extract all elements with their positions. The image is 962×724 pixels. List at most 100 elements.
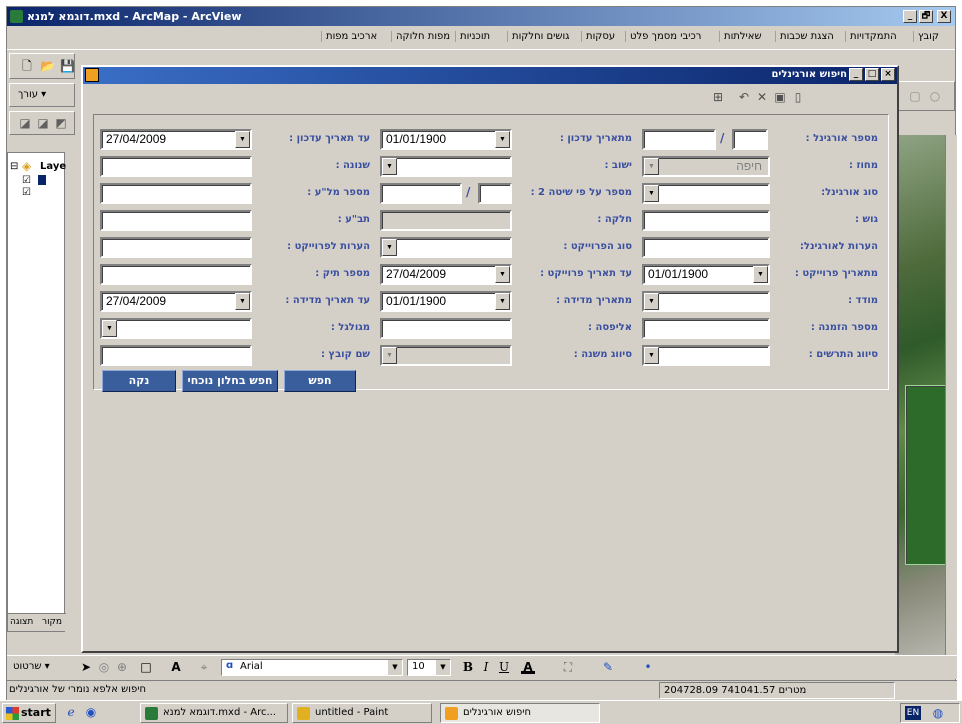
dialog-titlebar[interactable]: חיפוש אורגינלים _ □ ×	[83, 67, 897, 84]
year-input[interactable]	[100, 156, 252, 177]
italic-button[interactable]: I	[479, 660, 493, 674]
tab-display[interactable]: תצוגה	[10, 617, 33, 627]
pan-icon[interactable]: ◩	[54, 116, 68, 130]
bold-button[interactable]: B	[461, 660, 475, 674]
network-icon[interactable]: ◍	[931, 706, 945, 720]
font-size-select[interactable]: 10 ▼	[407, 659, 451, 676]
chevron-down-icon[interactable]: ▼	[436, 660, 450, 675]
menu-layers[interactable]: הצגת שכבות	[775, 31, 838, 42]
zoom-in-icon[interactable]: ◪	[18, 116, 32, 130]
menu-division-maps[interactable]: מפות חלוקה	[391, 31, 454, 42]
to-update-date[interactable]: 27/04/2009 ▼	[100, 129, 252, 150]
to-measure-date[interactable]: 27/04/2009 ▼	[100, 291, 252, 312]
from-project-date[interactable]: 01/01/1900 ▼	[642, 264, 770, 285]
tab-source[interactable]: מקור	[42, 617, 62, 627]
select-arrow-icon[interactable]: ➤	[79, 660, 93, 674]
rectangle-tool-icon[interactable]: □	[139, 660, 153, 674]
chevron-down-icon[interactable]: ▼	[235, 293, 250, 310]
window-titlebar[interactable]: דוגמא למנא.mxd - ArcMap - ArcView _ 🗗 X	[7, 7, 955, 26]
chevron-down-icon[interactable]: ▼	[102, 320, 117, 337]
chevron-down-icon[interactable]: ▼	[644, 158, 659, 175]
district-select[interactable]: ▼ חיפה	[642, 156, 770, 177]
menu-deals[interactable]: עסקות	[581, 31, 619, 42]
layer-checkbox-2[interactable]: ☑	[22, 187, 31, 198]
clear-button[interactable]: נקה	[102, 370, 176, 392]
menu-focus[interactable]: התמקדויות	[845, 31, 901, 42]
menu-output-doc[interactable]: רכיבי מסמך פלט	[625, 31, 705, 42]
drawing-menu[interactable]: שרטוט ▾	[13, 661, 50, 672]
dialog-maximize-button[interactable]: □	[865, 68, 879, 81]
map-scrollbar[interactable]	[945, 135, 957, 655]
chevron-down-icon[interactable]: ▼	[495, 293, 510, 310]
dialog-minimize-button[interactable]: _	[849, 68, 863, 81]
method2-suffix-input[interactable]	[478, 183, 512, 204]
fill-color-icon[interactable]: ⛶	[561, 660, 575, 674]
taskbar-arcmap[interactable]: דוגמא למנא.mxd - Arc...	[140, 703, 288, 723]
dialog-close-button[interactable]: ×	[881, 68, 895, 81]
editor-menu[interactable]: עורך ▾	[18, 89, 46, 100]
delete-icon[interactable]: ✕	[753, 89, 771, 107]
drawing-class-select[interactable]: ▼	[642, 345, 770, 366]
menu-file[interactable]: קובץ	[913, 31, 943, 42]
file-no-input[interactable]	[100, 264, 252, 285]
circle-icon[interactable]: ○	[928, 89, 942, 103]
chevron-down-icon[interactable]: ▼	[382, 239, 397, 256]
language-indicator[interactable]: EN	[905, 706, 921, 720]
chevron-down-icon[interactable]: ▼	[495, 131, 510, 148]
minimize-button[interactable]: _	[903, 10, 917, 23]
cylinder-select[interactable]: ▼	[100, 318, 252, 339]
collapse-toggle-icon[interactable]: ⊟	[10, 161, 18, 172]
chevron-down-icon[interactable]: ▼	[382, 347, 397, 364]
new-record-icon[interactable]: ▯	[789, 89, 807, 107]
marker-color-icon[interactable]: •	[641, 660, 655, 674]
elipsa-input[interactable]	[380, 318, 512, 339]
layer-checkbox-1[interactable]: ☑	[22, 175, 31, 186]
chevron-down-icon[interactable]: ▼	[644, 185, 659, 202]
project-type-select[interactable]: ▼	[380, 237, 512, 258]
method2-input[interactable]	[380, 183, 462, 204]
start-button[interactable]: start	[2, 703, 56, 723]
file-name-input[interactable]	[100, 345, 252, 366]
quicklaunch-icon[interactable]: ◉	[84, 705, 98, 719]
menu-map-archive[interactable]: ארכיב מפות	[321, 31, 381, 42]
text-tool-icon[interactable]: A	[169, 660, 183, 674]
search-current-window-button[interactable]: חפש בחלון נוכחי	[182, 370, 278, 392]
zoom-out-icon[interactable]: ◪	[36, 116, 50, 130]
zoom-to-element-icon[interactable]: ⊕	[115, 660, 129, 674]
menu-blocks-parcels[interactable]: גושים וחלקות	[507, 31, 573, 42]
maximize-button[interactable]: 🗗	[919, 10, 933, 23]
block-input[interactable]	[642, 210, 770, 231]
tba-input[interactable]	[100, 210, 252, 231]
search-button[interactable]: חפש	[284, 370, 356, 392]
menu-queries[interactable]: שאילתות	[719, 31, 766, 42]
settlement-select[interactable]: ▼	[380, 156, 512, 177]
save-record-icon[interactable]: ▣	[771, 89, 789, 107]
menu-plans[interactable]: תוכניות	[455, 31, 494, 42]
chevron-down-icon[interactable]: ▼	[753, 266, 768, 283]
open-folder-icon[interactable]: 📂	[40, 59, 55, 73]
orig-type-select[interactable]: ▼	[642, 183, 770, 204]
from-measure-date[interactable]: 01/01/1900 ▼	[380, 291, 512, 312]
taskbar-paint[interactable]: untitled - Paint	[292, 703, 432, 723]
rotate-icon[interactable]: ◎	[97, 660, 111, 674]
orig-notes-input[interactable]	[642, 237, 770, 258]
taskbar-search-dialog[interactable]: חיפוש אורגינלים	[440, 703, 600, 723]
new-document-icon[interactable]: 🗋	[20, 59, 34, 73]
line-color-icon[interactable]: ✎	[601, 660, 615, 674]
chevron-down-icon[interactable]: ▼	[388, 660, 402, 675]
binoculars-icon[interactable]: ⊞	[709, 89, 727, 107]
chevron-down-icon[interactable]: ▼	[235, 131, 250, 148]
chevron-down-icon[interactable]: ▼	[495, 266, 510, 283]
chevron-down-icon[interactable]: ▼	[644, 293, 659, 310]
project-notes-input[interactable]	[100, 237, 252, 258]
edit-vertices-icon[interactable]: ⌖	[197, 660, 211, 674]
rectangle-icon[interactable]: ▢	[908, 89, 922, 103]
sub-class-select[interactable]: ▼	[380, 345, 512, 366]
parcel-input[interactable]	[380, 210, 512, 231]
orig-no-suffix-input[interactable]	[732, 129, 768, 150]
font-name-select[interactable]: ɑ Arial ▼	[221, 659, 403, 676]
close-button[interactable]: X	[937, 10, 951, 23]
undo-icon[interactable]: ↶	[735, 89, 753, 107]
chevron-down-icon[interactable]: ▼	[644, 347, 659, 364]
to-project-date[interactable]: 27/04/2009 ▼	[380, 264, 512, 285]
